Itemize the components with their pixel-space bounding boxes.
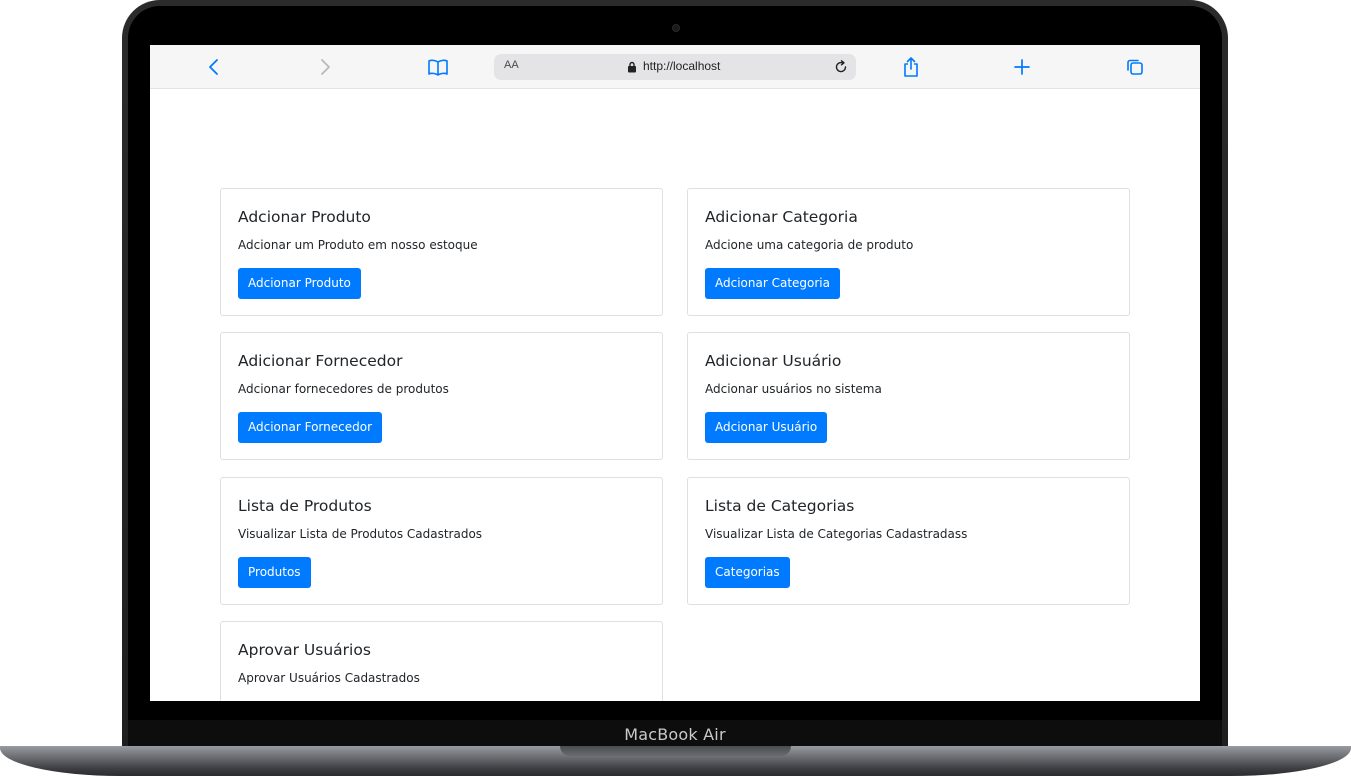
url-text: http://localhost [643,59,721,73]
card-text: Visualizar Lista de Produtos Cadastrados [238,527,483,541]
card-add-product: Adcionar Produto Adcionar um Produto em … [220,188,663,316]
bookmarks-button[interactable] [426,55,450,79]
card-text: Adcionar um Produto em nosso estoque [238,238,478,252]
plus-icon [1014,59,1030,75]
card-title: Lista de Categorias [705,497,855,515]
card-product-list: Lista de Produtos Visualizar Lista de Pr… [220,477,663,605]
reload-icon[interactable] [833,59,849,75]
device-label: MacBook Air [624,725,726,744]
card-add-user: Adicionar Usuário Adcionar usuários no s… [687,332,1130,460]
card-text: Aprovar Usuários Cadastrados [238,671,420,685]
card-title: Adicionar Fornecedor [238,352,403,370]
card-text: Adcione uma categoria de produto [705,238,914,252]
card-approve-users: Aprovar Usuários Aprovar Usuários Cadast… [220,621,663,701]
card-add-supplier: Adicionar Fornecedor Adcionar fornecedor… [220,332,663,460]
card-text: Adcionar usuários no sistema [705,382,882,396]
add-user-button[interactable]: Adcionar Usuário [705,412,828,443]
add-category-button[interactable]: Adcionar Categoria [705,268,840,299]
back-button[interactable] [202,55,226,79]
products-button[interactable]: Produtos [238,557,311,588]
new-tab-button[interactable] [1010,55,1034,79]
card-title: Adicionar Usuário [705,352,842,370]
tabs-button[interactable] [1123,55,1147,79]
chevron-left-icon [209,59,218,75]
categories-button[interactable]: Categorias [705,557,790,588]
card-title: Aprovar Usuários [238,641,371,659]
tabs-icon [1127,59,1143,75]
share-button[interactable] [899,55,923,79]
card-category-list: Lista de Categorias Visualizar Lista de … [687,477,1130,605]
card-title: Adicionar Categoria [705,208,858,226]
browser-toolbar: AA http://localhost [150,45,1200,89]
card-title: Adcionar Produto [238,208,371,226]
book-icon [428,59,448,76]
text-size-button[interactable]: AA [504,59,519,71]
add-product-button[interactable]: Adcionar Produto [238,268,361,299]
card-add-category: Adicionar Categoria Adcione uma categori… [687,188,1130,316]
card-title: Lista de Produtos [238,497,372,515]
browser-screen: AA http://localhost Adcionar Produto Adc… [150,45,1200,701]
lock-icon [628,61,636,73]
add-supplier-button[interactable]: Adcionar Fornecedor [238,412,382,443]
forward-button[interactable] [313,55,337,79]
laptop-base-notch [560,746,791,756]
address-bar[interactable]: AA http://localhost [494,54,856,80]
share-icon [904,57,918,77]
card-text: Visualizar Lista de Categorias Cadastrad… [705,527,968,541]
card-text: Adcionar fornecedores de produtos [238,382,449,396]
chevron-right-icon [321,59,330,75]
camera-icon [672,24,680,32]
